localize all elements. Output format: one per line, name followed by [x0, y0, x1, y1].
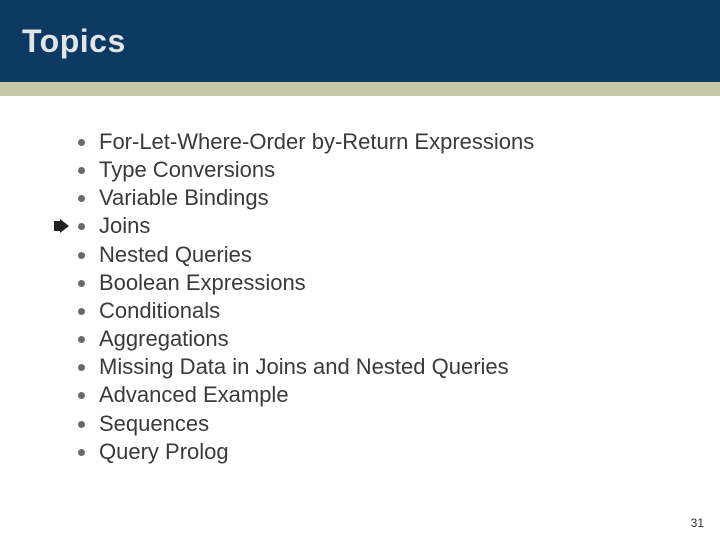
current-marker-slot: [54, 438, 78, 466]
bullet-icon: [78, 308, 85, 315]
topics-list: For-Let-Where-Order by-Return Expression…: [78, 128, 700, 466]
current-marker-slot: [54, 156, 78, 184]
page-number: 31: [691, 516, 704, 530]
current-marker-slot: [54, 410, 78, 438]
current-marker-slot: [54, 128, 78, 156]
item-text: Conditionals: [99, 297, 220, 325]
list-item: Joins: [78, 212, 700, 240]
item-text: For-Let-Where-Order by-Return Expression…: [99, 128, 534, 156]
bullet-icon: [78, 336, 85, 343]
slide-title: Topics: [22, 23, 126, 60]
item-text: Aggregations: [99, 325, 229, 353]
list-item: Boolean Expressions: [78, 269, 700, 297]
bullet-icon: [78, 364, 85, 371]
bullet-icon: [78, 449, 85, 456]
title-bar: Topics: [0, 0, 720, 82]
current-marker-slot: [54, 241, 78, 269]
list-item: Conditionals: [78, 297, 700, 325]
item-text: Boolean Expressions: [99, 269, 306, 297]
list-item: Type Conversions: [78, 156, 700, 184]
list-item: Missing Data in Joins and Nested Queries: [78, 353, 700, 381]
bullet-icon: [78, 280, 85, 287]
list-item: Variable Bindings: [78, 184, 700, 212]
list-item: Sequences: [78, 410, 700, 438]
bullet-icon: [78, 195, 85, 202]
bullet-icon: [78, 252, 85, 259]
bullet-icon: [78, 421, 85, 428]
list-item: Advanced Example: [78, 381, 700, 409]
current-marker-slot: [54, 184, 78, 212]
item-text: Advanced Example: [99, 381, 289, 409]
bullet-icon: [78, 139, 85, 146]
item-text: Variable Bindings: [99, 184, 269, 212]
item-text: Query Prolog: [99, 438, 229, 466]
current-marker-slot: [54, 297, 78, 325]
current-marker-slot: [54, 325, 78, 353]
list-item: Aggregations: [78, 325, 700, 353]
item-text: Missing Data in Joins and Nested Queries: [99, 353, 509, 381]
item-text: Nested Queries: [99, 241, 252, 269]
accent-band: [0, 82, 720, 96]
list-item: Nested Queries: [78, 241, 700, 269]
list-item: Query Prolog: [78, 438, 700, 466]
item-text: Joins: [99, 212, 150, 240]
bullet-icon: [78, 167, 85, 174]
bullet-icon: [78, 392, 85, 399]
current-marker-slot: [54, 269, 78, 297]
item-text: Sequences: [99, 410, 209, 438]
list-item: For-Let-Where-Order by-Return Expression…: [78, 128, 700, 156]
bullet-icon: [78, 223, 85, 230]
current-marker-slot: [54, 353, 78, 381]
item-text: Type Conversions: [99, 156, 275, 184]
current-marker-slot: [54, 381, 78, 409]
current-marker-slot: [54, 212, 78, 240]
arrow-right-icon: [54, 219, 69, 233]
